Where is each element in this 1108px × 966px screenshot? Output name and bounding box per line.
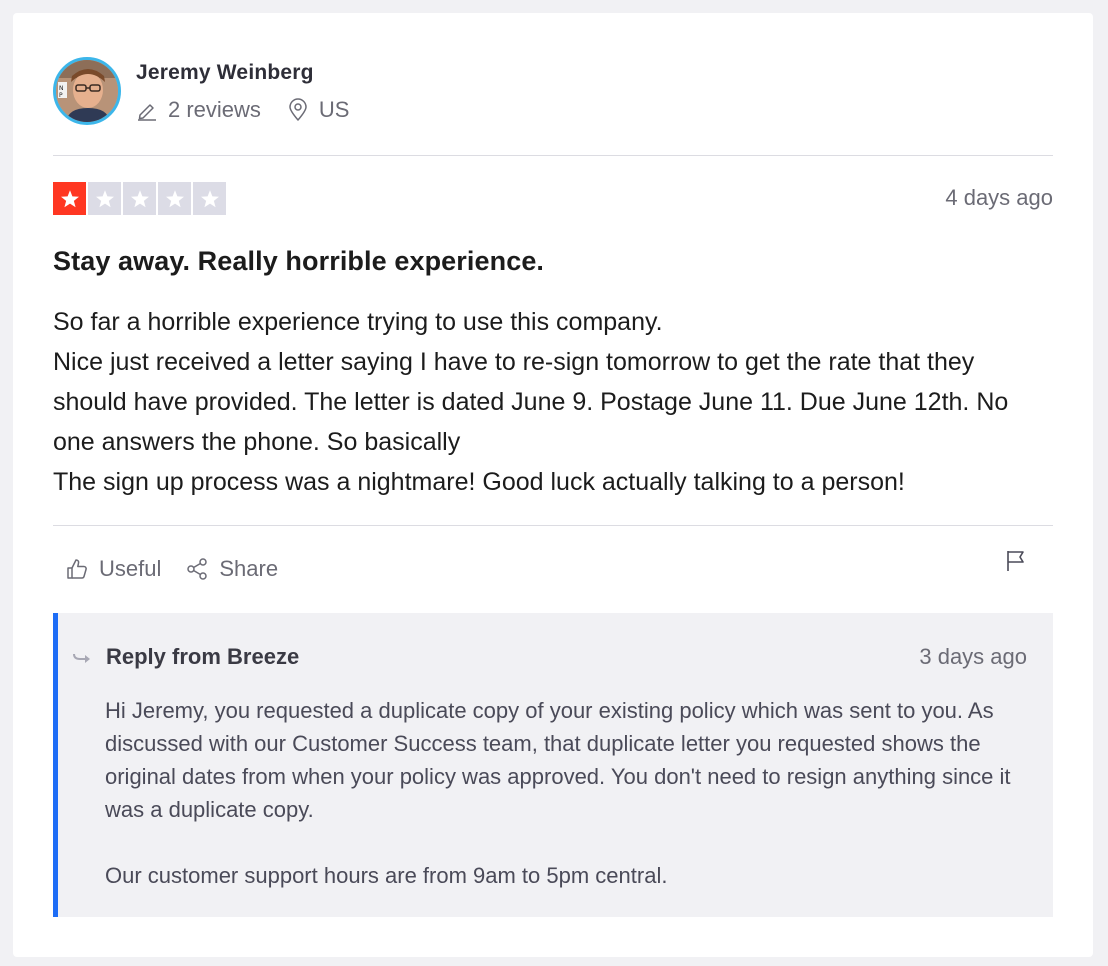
review-body-line: The sign up process was a nightmare! Goo…: [53, 468, 905, 496]
reply-arrow-icon: [73, 653, 90, 663]
consumer-details: Jeremy Weinberg 2 reviews US: [136, 59, 375, 123]
flag-icon: [1007, 551, 1024, 571]
star-rating: [53, 182, 226, 215]
review-body: So far a horrible experience trying to u…: [53, 302, 1053, 502]
review-date: 4 days ago: [945, 185, 1053, 210]
share-label: Share: [219, 556, 279, 581]
star-filled: [53, 182, 86, 215]
body-divider: [53, 525, 1053, 526]
location-label: US: [318, 96, 350, 122]
share-icon: [187, 558, 208, 580]
header-divider: [53, 155, 1053, 156]
star-icon: [95, 189, 114, 207]
share-button[interactable]: Share: [185, 556, 278, 582]
reply-header: Reply from Breeze: [72, 644, 299, 670]
thumbs-up-icon: [67, 559, 87, 579]
svg-text:N: N: [59, 85, 64, 92]
consumer-name[interactable]: Jeremy Weinberg: [136, 59, 375, 87]
review-actions: Useful Share: [65, 556, 302, 582]
star-icon: [200, 189, 219, 207]
svg-text:P: P: [59, 92, 63, 99]
useful-button[interactable]: Useful: [65, 556, 161, 582]
star-empty: [123, 182, 156, 215]
pencil-icon: [138, 103, 156, 121]
review-body-line: Nice just received a letter saying I hav…: [53, 348, 1009, 456]
avatar-photo: N P: [56, 59, 118, 122]
reply-paragraph: Our customer support hours are from 9am …: [105, 863, 668, 888]
star-empty: [193, 182, 226, 215]
star-icon: [130, 189, 149, 207]
useful-label: Useful: [99, 556, 162, 581]
consumer-meta: 2 reviews US: [136, 97, 375, 123]
reply-title: Reply from Breeze: [106, 644, 300, 669]
company-reply: Reply from Breeze 3 days ago Hi Jeremy, …: [53, 613, 1053, 917]
star-icon: [60, 189, 79, 207]
star-empty: [88, 182, 121, 215]
star-empty: [158, 182, 191, 215]
review-title[interactable]: Stay away. Really horrible experience.: [53, 246, 544, 277]
report-button[interactable]: [1005, 549, 1027, 578]
location-pin-icon: [289, 97, 307, 121]
reviews-count-label: 2 reviews: [168, 96, 261, 122]
avatar[interactable]: N P: [53, 56, 121, 125]
consumer-location: US: [287, 96, 350, 123]
reviews-count: 2 reviews: [136, 97, 261, 123]
star-icon: [165, 189, 184, 207]
reply-body: Hi Jeremy, you requested a duplicate cop…: [105, 694, 1035, 892]
reply-date: 3 days ago: [919, 644, 1027, 669]
review-body-line: So far a horrible experience trying to u…: [53, 308, 663, 336]
reply-paragraph: Hi Jeremy, you requested a duplicate cop…: [105, 698, 1011, 822]
review-card: N P Jeremy Weinberg 2 reviews US 4 days …: [13, 13, 1093, 957]
consumer-info: N P Jeremy Weinberg 2 reviews US: [53, 53, 375, 128]
